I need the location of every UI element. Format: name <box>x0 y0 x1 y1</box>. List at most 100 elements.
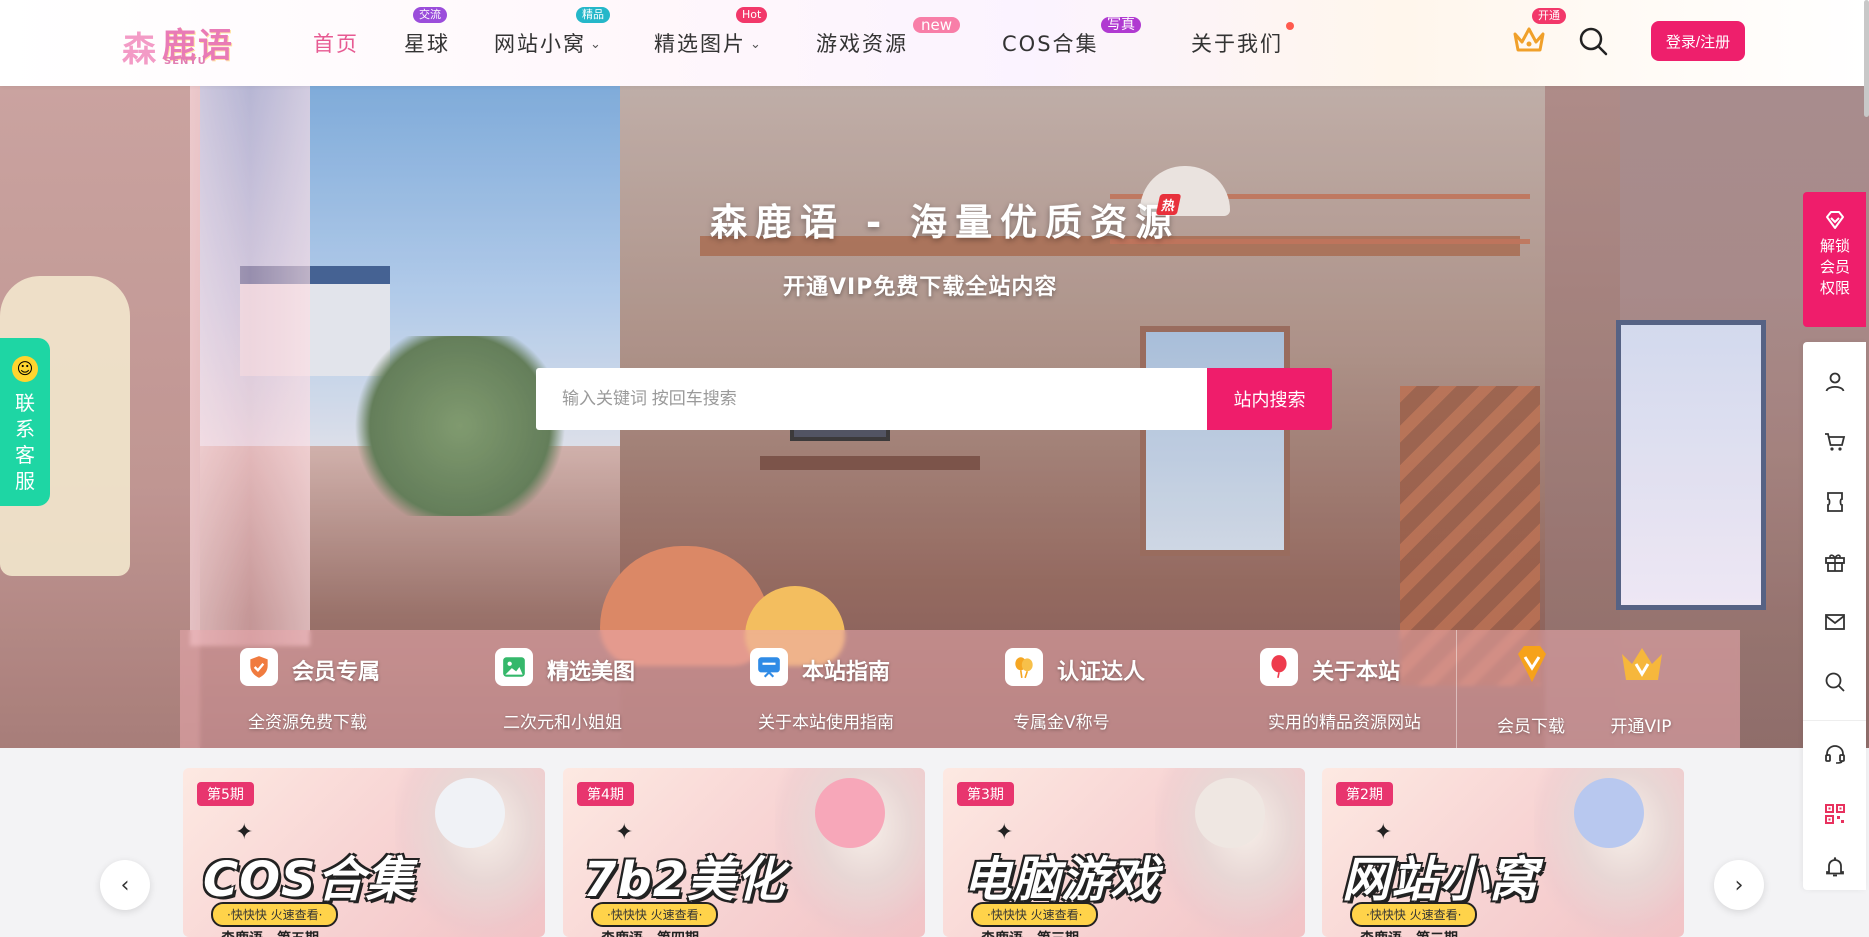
side-tool-qrcode[interactable] <box>1803 784 1866 844</box>
side-tool-support[interactable] <box>1803 724 1866 784</box>
chevron-left-icon: ‹ <box>120 872 130 898</box>
card-footer: 森鹿语—第二期 <box>1360 928 1458 937</box>
nav-item-about-us[interactable]: 关于我们 <box>1191 28 1283 58</box>
side-tool-search[interactable] <box>1803 652 1866 712</box>
user-icon <box>1825 372 1844 392</box>
unlock-membership-panel[interactable]: 解锁会员权限 <box>1803 192 1866 327</box>
feature-title: 会员专属 <box>292 660 381 685</box>
feature-selected-images[interactable]: 精选美图 二次元和小姐姐 <box>495 630 735 748</box>
nav-badge-new: new <box>913 17 961 33</box>
diamond-icon <box>1518 646 1546 682</box>
member-download-button[interactable]: 会员下载 <box>1486 630 1576 748</box>
open-vip-button[interactable]: 开通VIP <box>1596 630 1686 748</box>
feature-certified-expert[interactable]: 认证达人 专属金V称号 <box>1005 630 1245 748</box>
page-scrollbar[interactable] <box>1864 0 1869 117</box>
feature-desc: 二次元和小姐姐 <box>503 713 622 733</box>
nav-item-home[interactable]: 首页 <box>313 28 359 58</box>
card-illustration-hair <box>1574 778 1644 848</box>
feature-title: 精选美图 <box>547 660 636 685</box>
side-tool-divider <box>1803 720 1866 721</box>
topic-carousel: 第5期 ✦ COS合集 ·快快快 火速查看· 森鹿语—第五期 第4期 ✦ 7b2… <box>0 748 1800 937</box>
card-illustration <box>1155 768 1305 937</box>
card-title: COS合集 <box>203 852 415 908</box>
nav-item-featured-images[interactable]: 精选图片 ⌄ <box>654 28 763 58</box>
side-tool-cart[interactable] <box>1803 412 1866 472</box>
nav-label: 关于我们 <box>1191 32 1283 56</box>
card-illustration <box>775 768 925 937</box>
site-logo[interactable]: 森 鹿语 SENYU <box>122 14 254 70</box>
feature-desc: 实用的精品资源网站 <box>1268 713 1421 733</box>
nav-label: 首页 <box>313 32 359 56</box>
card-illustration <box>1534 768 1684 937</box>
nav-label: 精选图片 <box>654 32 746 56</box>
nav-item-cos-collection[interactable]: COS合集 <box>1002 28 1099 58</box>
carousel-card[interactable]: 第4期 ✦ 7b2美化 ·快快快 火速查看· 森鹿语—第四期 <box>563 768 925 937</box>
carousel-card[interactable]: 第5期 ✦ COS合集 ·快快快 火速查看· 森鹿语—第五期 <box>183 768 545 937</box>
shield-check-icon <box>240 648 278 686</box>
nav-item-site-nest[interactable]: 网站小窝 ⌄ <box>494 28 603 58</box>
card-title: 电脑游戏 <box>963 852 1160 908</box>
site-header: 森 鹿语 SENYU 首页 星球 交流 网站小窝 ⌄ 精品 精选图片 ⌄ Hot 游… <box>0 0 1869 117</box>
carousel-card[interactable]: 第2期 ✦ 网站小窝 ·快快快 火速查看· 森鹿语—第二期 <box>1322 768 1684 937</box>
vip-crown-button[interactable] <box>1512 24 1546 56</box>
feature-site-guide[interactable]: 本站指南 关于本站使用指南 <box>750 630 990 748</box>
login-register-button[interactable]: 登录/注册 <box>1651 21 1745 61</box>
card-cta-pill: ·快快快 火速查看· <box>211 902 339 927</box>
feature-title: 本站指南 <box>802 660 891 685</box>
contact-support-label: 联系客服 <box>15 391 35 493</box>
vip-action-label: 开通VIP <box>1610 717 1672 737</box>
card-issue-badge: 第5期 <box>197 782 254 806</box>
chevron-down-icon: ⌄ <box>590 37 603 52</box>
presentation-icon <box>750 648 788 686</box>
header-search-button[interactable] <box>1578 26 1608 56</box>
contact-support-float[interactable]: ☺ 联系客服 <box>0 338 50 506</box>
nav-badge-photo: 写真 <box>1101 17 1141 33</box>
side-tool-ticket[interactable] <box>1803 472 1866 532</box>
chevron-right-icon: › <box>1734 872 1744 898</box>
unlock-label: 解锁会员权限 <box>1819 237 1850 297</box>
card-illustration-hair <box>1195 778 1265 848</box>
nav-item-planet[interactable]: 星球 <box>404 28 450 58</box>
card-illustration <box>395 768 545 937</box>
smile-icon: ☺ <box>12 356 38 382</box>
nav-badge-premium: 精品 <box>576 7 610 23</box>
feature-strip: 会员专属 全资源免费下载 精选美图 二次元和小姐姐 本站指南 关于本站使用指南 … <box>180 630 1740 748</box>
vip-action-label: 会员下载 <box>1497 717 1565 737</box>
chevron-down-icon: ⌄ <box>750 37 763 52</box>
card-illustration-hair <box>435 778 505 848</box>
card-title: 7b2美化 <box>583 852 786 908</box>
nav-badge-hot: Hot <box>736 7 768 23</box>
card-cta-pill: ·快快快 火速查看· <box>591 902 719 927</box>
search-icon <box>1579 27 1608 56</box>
hero-title: 森鹿语 - 海量优质资源 <box>710 201 1181 244</box>
feature-desc: 关于本站使用指南 <box>758 713 894 733</box>
carousel-prev-button[interactable]: ‹ <box>100 860 150 910</box>
side-tool-mail[interactable] <box>1803 592 1866 652</box>
feature-desc: 专属金V称号 <box>1013 713 1110 733</box>
card-issue-badge: 第4期 <box>577 782 634 806</box>
hero-subtitle: 开通VIP免费下载全站内容 <box>783 275 1058 300</box>
carousel-next-button[interactable]: › <box>1714 860 1764 910</box>
side-tool-gift[interactable] <box>1803 532 1866 592</box>
feature-about-site[interactable]: 关于本站 实用的精品资源网站 <box>1260 630 1500 748</box>
nav-item-game-resources[interactable]: 游戏资源 <box>816 28 908 58</box>
site-search-button[interactable]: 站内搜索 <box>1207 368 1332 430</box>
crown-icon <box>1622 648 1662 680</box>
side-tool-notifications[interactable] <box>1803 837 1866 897</box>
qrcode-icon <box>1824 804 1845 824</box>
card-footer: 森鹿语—第五期 <box>221 928 319 937</box>
site-search-input[interactable] <box>536 368 1207 430</box>
bell-icon <box>1825 857 1844 877</box>
card-cta-pill: ·快快快 火速查看· <box>1350 902 1478 927</box>
image-icon <box>495 648 533 686</box>
ticket-icon <box>1826 492 1843 512</box>
crown-badge: 开通 <box>1532 8 1566 24</box>
hot-tag: 热 <box>1155 194 1182 215</box>
crown-icon <box>1513 27 1545 52</box>
side-toolbar <box>1803 342 1866 890</box>
card-footer: 森鹿语—第三期 <box>981 928 1079 937</box>
logo-subtext: SENYU <box>164 56 207 67</box>
feature-member-exclusive[interactable]: 会员专属 全资源免费下载 <box>240 630 480 748</box>
side-tool-user[interactable] <box>1803 352 1866 412</box>
carousel-card[interactable]: 第3期 ✦ 电脑游戏 ·快快快 火速查看· 森鹿语—第三期 <box>943 768 1305 937</box>
